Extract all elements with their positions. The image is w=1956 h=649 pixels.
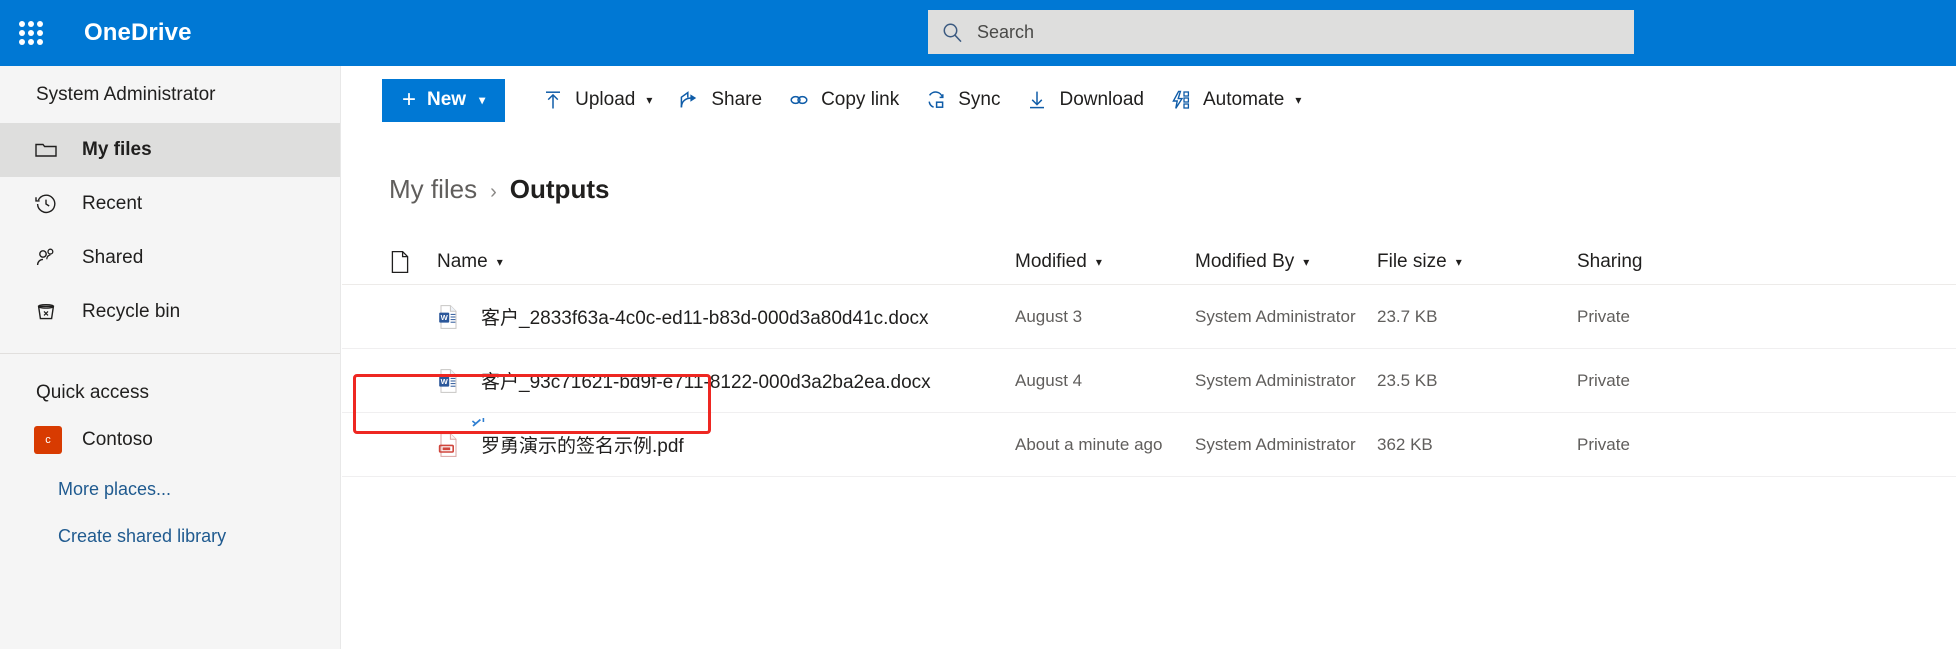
chevron-down-icon: ▾ [1295, 93, 1302, 107]
upload-arrow-icon [542, 89, 564, 111]
clock-history-icon [34, 192, 70, 216]
left-navigation: System Administrator My files Recent Sha… [0, 66, 341, 649]
sidebar-item-label: Recent [82, 193, 143, 214]
cell-file-size: 23.7 KB [1377, 306, 1438, 326]
breadcrumb: My files › Outputs [342, 134, 1956, 205]
upload-button[interactable]: Upload ▾ [529, 78, 665, 122]
download-button[interactable]: Download [1013, 78, 1157, 122]
new-button-label: New [427, 89, 467, 110]
suite-header-bar: OneDrive Search [0, 0, 1956, 66]
command-label: Automate [1202, 89, 1285, 110]
command-label: Upload [575, 89, 636, 110]
sidebar-item-recycle-bin[interactable]: Recycle bin [0, 285, 340, 339]
svg-text:W: W [441, 313, 449, 322]
cell-modified: August 3 [1015, 306, 1083, 326]
column-header-name[interactable]: Name ▾ [437, 251, 503, 273]
site-label: Contoso [82, 429, 153, 450]
link-chain-icon [788, 89, 810, 111]
automate-flow-icon [1170, 89, 1192, 111]
automate-button[interactable]: Automate ▾ [1157, 78, 1314, 122]
table-row[interactable]: W 客户_2833f63a-4c0c-ed11-b83d-000d3a80d41… [342, 285, 1956, 349]
cell-sharing[interactable]: Private [1577, 435, 1630, 454]
chevron-down-icon: ▾ [646, 93, 653, 107]
sidebar-item-shared[interactable]: Shared [0, 231, 340, 285]
create-shared-library-link[interactable]: Create shared library [0, 513, 340, 560]
search-icon [942, 22, 963, 43]
file-name-text: 罗勇演示的签名示例.pdf [481, 436, 684, 457]
new-button[interactable]: + New ▾ [382, 78, 506, 122]
pdf-document-icon [437, 432, 461, 458]
trash-icon [34, 300, 70, 324]
app-launcher-waffle-icon[interactable] [0, 0, 62, 66]
copy-link-button[interactable]: Copy link [775, 78, 912, 122]
cell-modified: August 4 [1015, 370, 1083, 390]
share-button[interactable]: Share [665, 78, 775, 122]
site-avatar: c [34, 426, 62, 454]
command-label: Sync [958, 89, 1001, 110]
new-item-sparkle-icon [471, 417, 489, 433]
cell-file-size: 362 KB [1377, 434, 1433, 454]
command-toolbar: + New ▾ Upload ▾ Share Copy link Sync Do… [342, 66, 1956, 134]
chevron-down-icon: ▾ [1095, 254, 1102, 269]
file-name-link[interactable]: 罗勇演示的签名示例.pdf [471, 418, 684, 458]
more-places-link[interactable]: More places... [0, 466, 340, 513]
chevron-down-icon: ▾ [1303, 254, 1310, 269]
files-table: Name ▾ Modified ▾ Modified By ▾ File siz… [342, 239, 1956, 477]
column-header-file-size[interactable]: File size ▾ [1377, 251, 1462, 273]
search-placeholder: Search [977, 21, 1035, 42]
svg-text:W: W [441, 377, 449, 386]
people-icon [34, 246, 70, 270]
word-document-icon: W [437, 304, 461, 330]
word-document-icon: W [437, 368, 461, 394]
sidebar-item-recent[interactable]: Recent [0, 177, 340, 231]
table-row[interactable]: 罗勇演示的签名示例.pdf About a minute ago System … [342, 413, 1956, 477]
command-label: Share [711, 89, 763, 110]
search-box[interactable]: Search [928, 10, 1634, 54]
chevron-down-icon: ▾ [479, 93, 486, 107]
column-header-modified-by[interactable]: Modified By ▾ [1195, 251, 1309, 273]
sidebar-item-my-files[interactable]: My files [0, 123, 340, 177]
cell-sharing[interactable]: Private [1577, 371, 1630, 390]
cell-modified-by: System Administrator [1195, 370, 1356, 390]
waffle-dot-grid [18, 20, 44, 46]
cell-sharing[interactable]: Private [1577, 307, 1630, 326]
breadcrumb-separator-icon: › [490, 181, 497, 203]
sync-icon [925, 89, 947, 111]
download-arrow-icon [1026, 89, 1048, 111]
nav-user-name: System Administrator [36, 83, 216, 105]
files-content-area: My files › Outputs Name ▾ Modified ▾ Mod… [342, 134, 1956, 649]
sidebar-item-label: Recycle bin [82, 301, 181, 322]
cell-modified: About a minute ago [1015, 434, 1163, 454]
cell-modified-by: System Administrator [1195, 306, 1356, 326]
share-icon [678, 89, 700, 111]
document-type-icon[interactable] [389, 250, 437, 274]
chevron-down-icon: ▾ [496, 254, 503, 269]
command-label: Download [1059, 89, 1144, 110]
sidebar-item-label: Shared [82, 247, 144, 268]
folder-icon [34, 138, 70, 162]
command-label: Copy link [821, 89, 900, 110]
sidebar-item-contoso[interactable]: c Contoso [0, 414, 340, 466]
file-name-link[interactable]: 客户_93c71621-bd9f-e711-8122-000d3a2ba2ea.… [477, 367, 931, 394]
sync-button[interactable]: Sync [912, 78, 1013, 122]
sidebar-item-label: My files [82, 139, 152, 160]
plus-icon: + [402, 86, 417, 113]
breadcrumb-current: Outputs [509, 174, 610, 204]
cell-file-size: 23.5 KB [1377, 370, 1438, 390]
onedrive-brand-link[interactable]: OneDrive [62, 19, 192, 47]
table-row[interactable]: W 客户_93c71621-bd9f-e711-8122-000d3a2ba2e… [342, 349, 1956, 413]
chevron-down-icon: ▾ [1455, 254, 1462, 269]
cell-modified-by: System Administrator [1195, 434, 1356, 454]
column-header-sharing[interactable]: Sharing [1577, 251, 1643, 273]
column-header-modified[interactable]: Modified ▾ [1015, 251, 1102, 273]
breadcrumb-parent[interactable]: My files [389, 174, 477, 205]
quick-access-title: Quick access [36, 382, 149, 403]
file-name-link[interactable]: 客户_2833f63a-4c0c-ed11-b83d-000d3a80d41c.… [477, 303, 929, 330]
table-header-row: Name ▾ Modified ▾ Modified By ▾ File siz… [342, 239, 1956, 285]
